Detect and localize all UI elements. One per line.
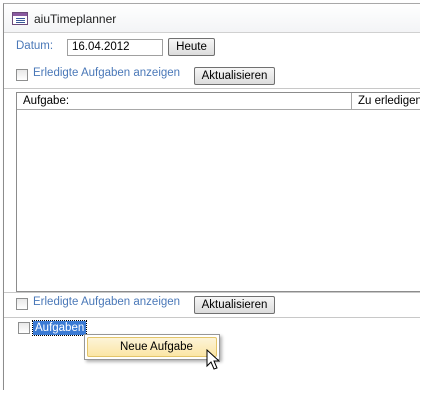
task-list-header: Aufgabe: Zu erledigen (17, 93, 421, 110)
section-divider-top (4, 88, 421, 89)
column-header-due[interactable]: Zu erledigen (352, 93, 421, 110)
column-header-task[interactable]: Aufgabe: (17, 93, 351, 110)
menu-item-new-task[interactable]: Neue Aufgabe (87, 337, 217, 357)
task-listbox[interactable]: Aufgabe: Zu erledigen (16, 92, 421, 292)
mouse-pointer-icon (206, 349, 220, 370)
show-done-checkbox-bottom[interactable] (16, 298, 28, 310)
today-button[interactable]: Heute (168, 38, 215, 56)
date-field[interactable]: 16.04.2012 (67, 39, 163, 56)
show-done-label-top: Erledigte Aufgaben anzeigen (33, 67, 181, 79)
timeplanner-window: aiuTimeplanner Datum: 16.04.2012 Heute E… (3, 3, 421, 391)
refresh-button-bottom[interactable]: Aktualisieren (194, 296, 275, 314)
section-divider-bottom (4, 317, 421, 318)
refresh-button-top[interactable]: Aktualisieren (194, 67, 275, 85)
window-titlebar[interactable]: aiuTimeplanner (4, 4, 421, 33)
show-done-label-bottom: Erledigte Aufgaben anzeigen (33, 296, 181, 308)
window-title: aiuTimeplanner (34, 12, 117, 26)
context-menu: Neue Aufgabe (84, 334, 220, 360)
torn-edge-bottom (0, 390, 437, 401)
torn-edge-right (420, 0, 437, 401)
show-done-checkbox-top[interactable] (16, 69, 28, 81)
section-divider-middle (4, 292, 421, 293)
tree-root-checkbox[interactable] (18, 322, 30, 334)
form-icon (12, 12, 28, 25)
tree-item-tasks[interactable]: Aufgaben (31, 320, 88, 336)
date-label: Datum: (16, 40, 54, 52)
